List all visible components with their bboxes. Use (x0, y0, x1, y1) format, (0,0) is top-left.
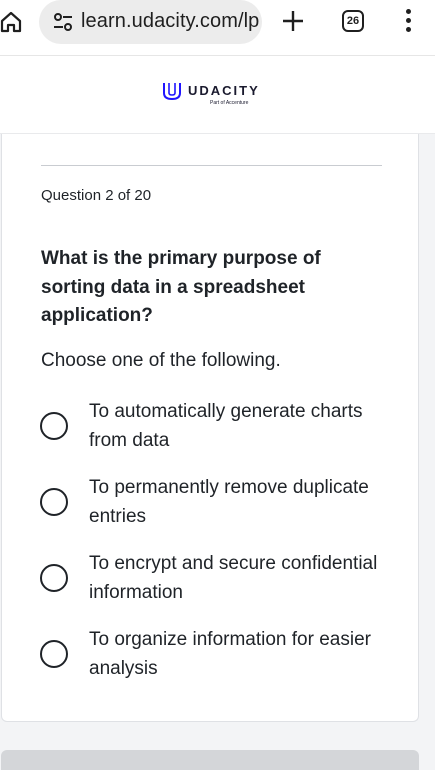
udacity-logo-icon (162, 81, 182, 101)
new-tab-plus-icon[interactable] (281, 8, 305, 34)
address-bar[interactable]: learn.udacity.com/lp (39, 0, 262, 44)
udacity-logo[interactable]: UDACITY Part of Accenture (162, 81, 272, 111)
url-text[interactable]: learn.udacity.com/lp (81, 10, 259, 33)
question-counter: Question 2 of 20 (41, 187, 152, 204)
site-header: UDACITY Part of Accenture (0, 56, 435, 134)
radio-button[interactable] (40, 564, 68, 592)
radio-button[interactable] (40, 488, 68, 516)
logo-text: UDACITY (188, 83, 260, 98)
logo-subtext: Part of Accenture (210, 100, 249, 106)
divider (41, 165, 382, 166)
answer-option-label[interactable]: To permanently remove duplicate entries (89, 474, 389, 531)
browser-toolbar: learn.udacity.com/lp 26 (0, 0, 435, 56)
instruction-text: Choose one of the following. (41, 350, 281, 371)
tab-switcher-icon[interactable]: 26 (342, 10, 364, 32)
answer-option-2[interactable]: To permanently remove duplicate entries (40, 474, 390, 534)
quiz-card: Question 2 of 20 What is the primary pur… (1, 134, 419, 722)
home-icon[interactable] (0, 10, 22, 34)
answer-option-1[interactable]: To automatically generate charts from da… (40, 398, 390, 458)
answer-option-label[interactable]: To organize information for easier analy… (89, 626, 389, 683)
overflow-menu-icon[interactable] (400, 9, 416, 35)
answer-option-label[interactable]: To automatically generate charts from da… (89, 398, 389, 455)
bottom-action-bar[interactable] (1, 750, 419, 770)
question-text: What is the primary purpose of sorting d… (41, 248, 321, 326)
site-settings-icon[interactable] (53, 12, 73, 32)
answer-option-4[interactable]: To organize information for easier analy… (40, 626, 390, 686)
tab-count: 26 (346, 15, 360, 27)
answer-option-label[interactable]: To encrypt and secure confidential infor… (89, 550, 389, 607)
radio-button[interactable] (40, 412, 68, 440)
answer-option-3[interactable]: To encrypt and secure confidential infor… (40, 550, 390, 610)
radio-button[interactable] (40, 640, 68, 668)
